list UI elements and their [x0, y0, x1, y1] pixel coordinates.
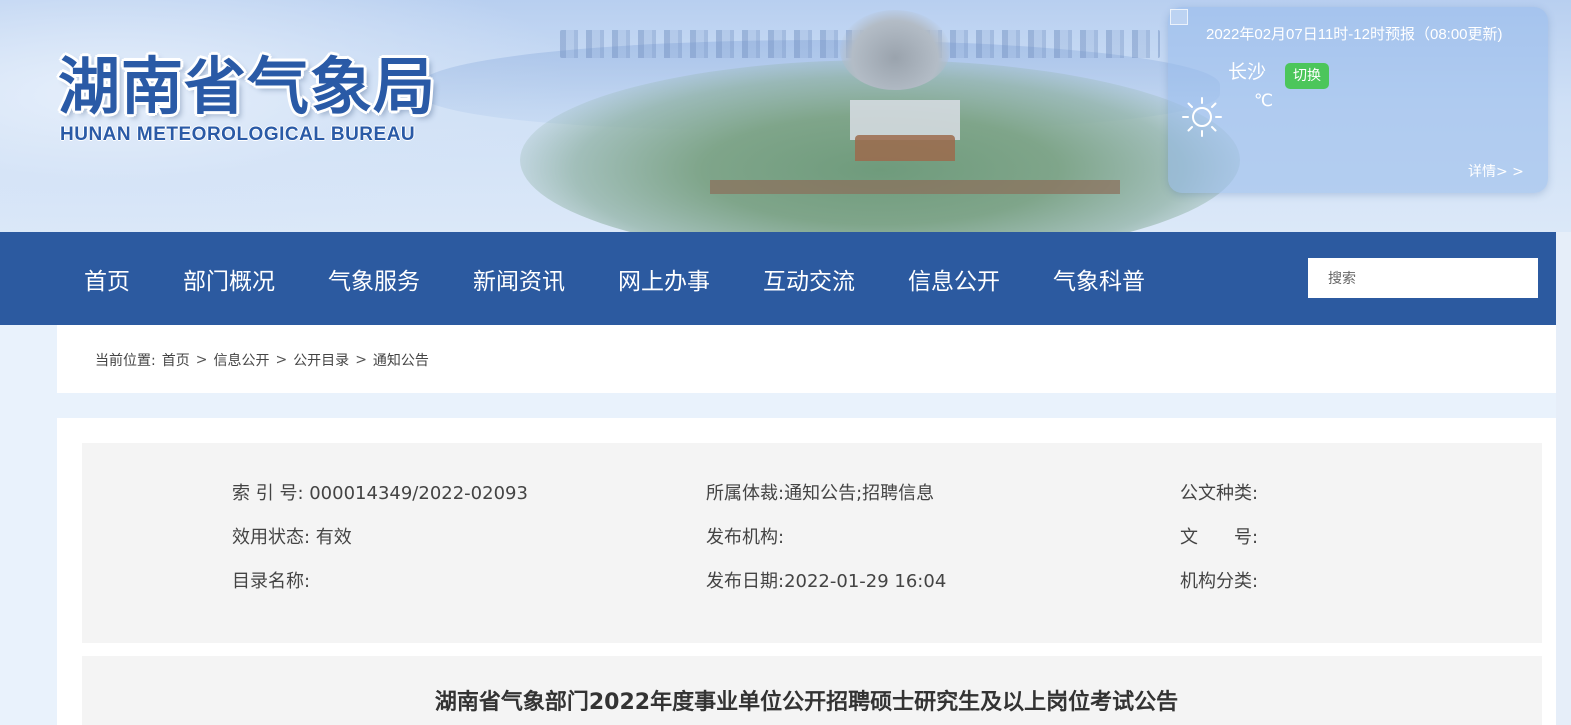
weather-details-link[interactable]: 详情> >	[1468, 161, 1524, 181]
broken-image-icon	[1170, 9, 1188, 25]
nav-item-interaction[interactable]: 互动交流	[763, 262, 855, 296]
nav-item-online-affairs[interactable]: 网上办事	[618, 262, 710, 296]
breadcrumb-prefix: 当前位置:	[95, 353, 156, 369]
document-meta-table: 索 引 号: 000014349/2022-02093 所属体裁:通知公告;招聘…	[82, 443, 1542, 643]
meta-publisher: 发布机构:	[706, 527, 785, 548]
main-nav: 首页 部门概况 气象服务 新闻资讯 网上办事 互动交流 信息公开 气象科普	[0, 232, 1556, 325]
banner-plaza	[850, 100, 960, 140]
site-logo-cn[interactable]: 湖南省气象局	[58, 36, 436, 126]
meta-status: 效用状态: 有效	[232, 527, 352, 548]
nav-item-home[interactable]: 首页	[84, 262, 130, 296]
breadcrumb-separator: >	[275, 352, 288, 368]
meta-catalog: 目录名称:	[232, 571, 311, 592]
breadcrumb-item-catalog[interactable]: 公开目录	[293, 350, 349, 370]
breadcrumb-item-notices[interactable]: 通知公告	[373, 350, 429, 370]
meta-org-type: 机构分类:	[1180, 571, 1259, 592]
meta-index-no: 索 引 号: 000014349/2022-02093	[232, 483, 528, 504]
article-title: 湖南省气象部门2022年度事业单位公开招聘硕士研究生及以上岗位考试公告	[434, 690, 1179, 715]
nav-item-services[interactable]: 气象服务	[328, 262, 420, 296]
breadcrumb-separator: >	[355, 352, 367, 368]
breadcrumb-bar: 当前位置: 首页 > 信息公开 > 公开目录 > 通知公告	[57, 325, 1556, 393]
breadcrumb: 当前位置: 首页 > 信息公开 > 公开目录 > 通知公告	[95, 350, 429, 370]
meta-category: 所属体裁:通知公告;招聘信息	[706, 483, 935, 504]
switch-city-button[interactable]: 切换	[1285, 63, 1329, 89]
banner-corridor	[710, 180, 1120, 194]
page-right-edge	[1556, 232, 1571, 725]
sun-icon	[1182, 97, 1222, 137]
banner-statue	[840, 10, 950, 90]
main-content: 索 引 号: 000014349/2022-02093 所属体裁:通知公告;招聘…	[57, 418, 1556, 725]
meta-publish-date: 发布日期:2022-01-29 16:04	[706, 571, 947, 592]
banner-pavilion	[855, 135, 955, 161]
nav-item-about[interactable]: 部门概况	[183, 262, 275, 296]
weather-temperature: ℃	[1254, 91, 1274, 111]
weather-forecast-time: 2022年02月07日11时-12时预报（08:00更新)	[1206, 26, 1503, 43]
meta-doc-no: 文 号:	[1180, 527, 1259, 548]
nav-item-news[interactable]: 新闻资讯	[473, 262, 565, 296]
weather-city: 长沙	[1228, 61, 1267, 83]
search-input[interactable]	[1308, 258, 1538, 298]
nav-menu: 首页 部门概况 气象服务 新闻资讯 网上办事 互动交流 信息公开 气象科普	[84, 232, 1198, 325]
header-banner: 湖南省气象局 HUNAN METEOROLOGICAL BUREAU 2022年…	[0, 0, 1571, 232]
meta-doc-type: 公文种类:	[1180, 483, 1259, 504]
nav-item-science[interactable]: 气象科普	[1053, 262, 1145, 296]
breadcrumb-item-home[interactable]: 首页	[162, 350, 190, 370]
breadcrumb-separator: >	[195, 352, 208, 368]
site-logo-en: HUNAN METEOROLOGICAL BUREAU	[60, 124, 416, 145]
weather-widget: 2022年02月07日11时-12时预报（08:00更新) 长沙 切换 ℃ 详情…	[1168, 7, 1548, 193]
breadcrumb-item-info-disclosure[interactable]: 信息公开	[213, 350, 269, 370]
nav-item-info-disclosure[interactable]: 信息公开	[908, 262, 1000, 296]
